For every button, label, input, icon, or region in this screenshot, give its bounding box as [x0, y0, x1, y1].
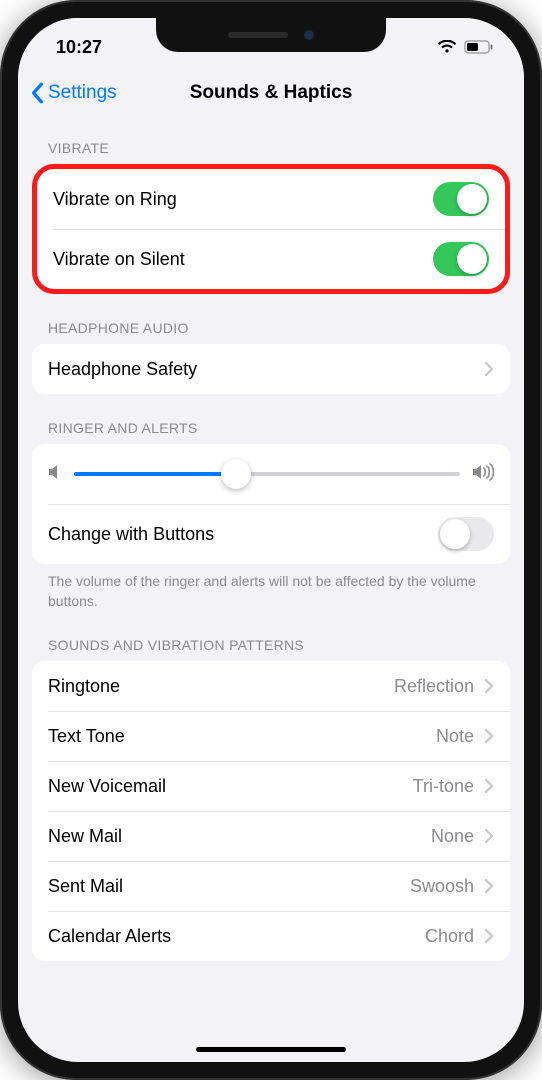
back-button[interactable]: Settings: [30, 82, 117, 104]
pattern-value: Swoosh: [410, 876, 474, 897]
label-vibrate-on-silent: Vibrate on Silent: [53, 249, 185, 270]
row-vibrate-on-silent[interactable]: Vibrate on Silent: [37, 229, 505, 289]
chevron-right-icon: [484, 778, 494, 794]
page-title: Sounds & Haptics: [190, 82, 353, 104]
label-headphone-safety: Headphone Safety: [48, 359, 197, 380]
row-volume-slider[interactable]: [32, 444, 510, 504]
device-frame: 10:27 Settings Sounds & Haptics VIBRATE: [0, 0, 542, 1080]
wifi-icon: [437, 40, 457, 54]
row-pattern-calendar-alerts[interactable]: Calendar Alerts Chord: [32, 911, 510, 961]
headphone-group: Headphone Safety: [32, 344, 510, 394]
pattern-value: Chord: [425, 926, 474, 947]
vibrate-group: Vibrate on Ring Vibrate on Silent: [32, 164, 510, 294]
pattern-label: Sent Mail: [48, 876, 123, 897]
notch: [156, 18, 386, 52]
section-header-patterns: SOUNDS AND VIBRATION PATTERNS: [32, 611, 510, 661]
section-header-vibrate: VIBRATE: [32, 120, 510, 164]
row-pattern-new-voicemail[interactable]: New Voicemail Tri-tone: [32, 761, 510, 811]
row-pattern-new-mail[interactable]: New Mail None: [32, 811, 510, 861]
speaker-high-icon: [472, 463, 494, 486]
pattern-value: Reflection: [394, 676, 474, 697]
toggle-vibrate-on-ring[interactable]: [433, 182, 489, 216]
content: VIBRATE Vibrate on Ring Vibrate on Silen…: [18, 120, 524, 1062]
volume-slider[interactable]: [74, 472, 460, 476]
label-change-with-buttons: Change with Buttons: [48, 524, 214, 545]
section-header-headphone: HEADPHONE AUDIO: [32, 294, 510, 344]
pattern-value: Note: [436, 726, 474, 747]
chevron-right-icon: [484, 728, 494, 744]
screen: 10:27 Settings Sounds & Haptics VIBRATE: [18, 18, 524, 1062]
chevron-right-icon: [484, 828, 494, 844]
home-indicator[interactable]: [196, 1047, 346, 1052]
pattern-label: New Voicemail: [48, 776, 166, 797]
row-pattern-ringtone[interactable]: Ringtone Reflection: [32, 661, 510, 711]
nav-bar: Settings Sounds & Haptics: [18, 66, 524, 120]
status-time: 10:27: [56, 37, 102, 58]
ringer-group: Change with Buttons: [32, 444, 510, 564]
row-headphone-safety[interactable]: Headphone Safety: [32, 344, 510, 394]
back-label: Settings: [48, 82, 117, 104]
row-pattern-text-tone[interactable]: Text Tone Note: [32, 711, 510, 761]
chevron-right-icon: [484, 678, 494, 694]
ringer-footer-note: The volume of the ringer and alerts will…: [32, 564, 510, 611]
toggle-vibrate-on-silent[interactable]: [433, 242, 489, 276]
label-vibrate-on-ring: Vibrate on Ring: [53, 189, 177, 210]
pattern-label: Text Tone: [48, 726, 125, 747]
pattern-label: Calendar Alerts: [48, 926, 171, 947]
patterns-group: Ringtone Reflection Text Tone Note New Voice…: [32, 661, 510, 961]
pattern-value: Tri-tone: [413, 776, 474, 797]
chevron-right-icon: [484, 928, 494, 944]
row-change-with-buttons[interactable]: Change with Buttons: [32, 504, 510, 564]
chevron-right-icon: [484, 878, 494, 894]
row-vibrate-on-ring[interactable]: Vibrate on Ring: [37, 169, 505, 229]
pattern-value: None: [431, 826, 474, 847]
chevron-right-icon: [484, 361, 494, 377]
battery-icon: [464, 40, 494, 54]
row-pattern-sent-mail[interactable]: Sent Mail Swoosh: [32, 861, 510, 911]
toggle-change-with-buttons[interactable]: [438, 517, 494, 551]
pattern-label: New Mail: [48, 826, 122, 847]
pattern-label: Ringtone: [48, 676, 120, 697]
section-header-ringer: RINGER AND ALERTS: [32, 394, 510, 444]
speaker-low-icon: [48, 463, 62, 486]
